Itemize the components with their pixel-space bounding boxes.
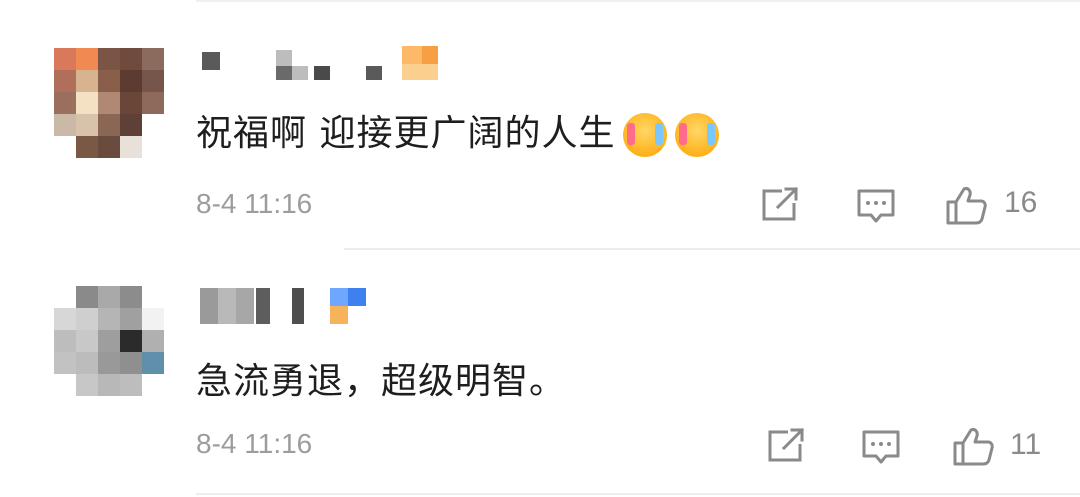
share-icon[interactable] (760, 185, 802, 225)
comment-icon[interactable] (860, 426, 902, 466)
comment-time: 8-4 11:16 (196, 428, 313, 459)
avatar[interactable] (54, 48, 164, 158)
comment-item: 急流勇退，超级明智。 8-4 11:16 11 (0, 248, 1080, 497)
comment-item: 祝福啊 迎接更广阔的人生 8-4 11:16 16 (0, 0, 1080, 248)
share-icon[interactable] (766, 426, 808, 466)
like-count: 16 (1004, 186, 1038, 219)
comment-time: 8-4 11:16 (196, 188, 313, 219)
comment-icon[interactable] (855, 185, 897, 225)
avatar[interactable] (54, 286, 164, 396)
laughing-crying-face-icon (675, 113, 720, 157)
thumbs-up-icon[interactable] (945, 185, 987, 225)
like-count: 11 (1010, 428, 1042, 461)
comment-text: 祝福啊 迎接更广阔的人生 (196, 104, 720, 157)
comment-text-content: 祝福啊 迎接更广阔的人生 (196, 113, 616, 154)
username-pixelated[interactable] (196, 46, 446, 80)
laughing-crying-face-icon (623, 113, 668, 157)
comment-text: 急流勇退，超级明智。 (196, 361, 567, 402)
thumbs-up-icon[interactable] (952, 426, 994, 466)
bottom-divider (196, 493, 1080, 495)
username-pixelated[interactable] (196, 288, 396, 324)
